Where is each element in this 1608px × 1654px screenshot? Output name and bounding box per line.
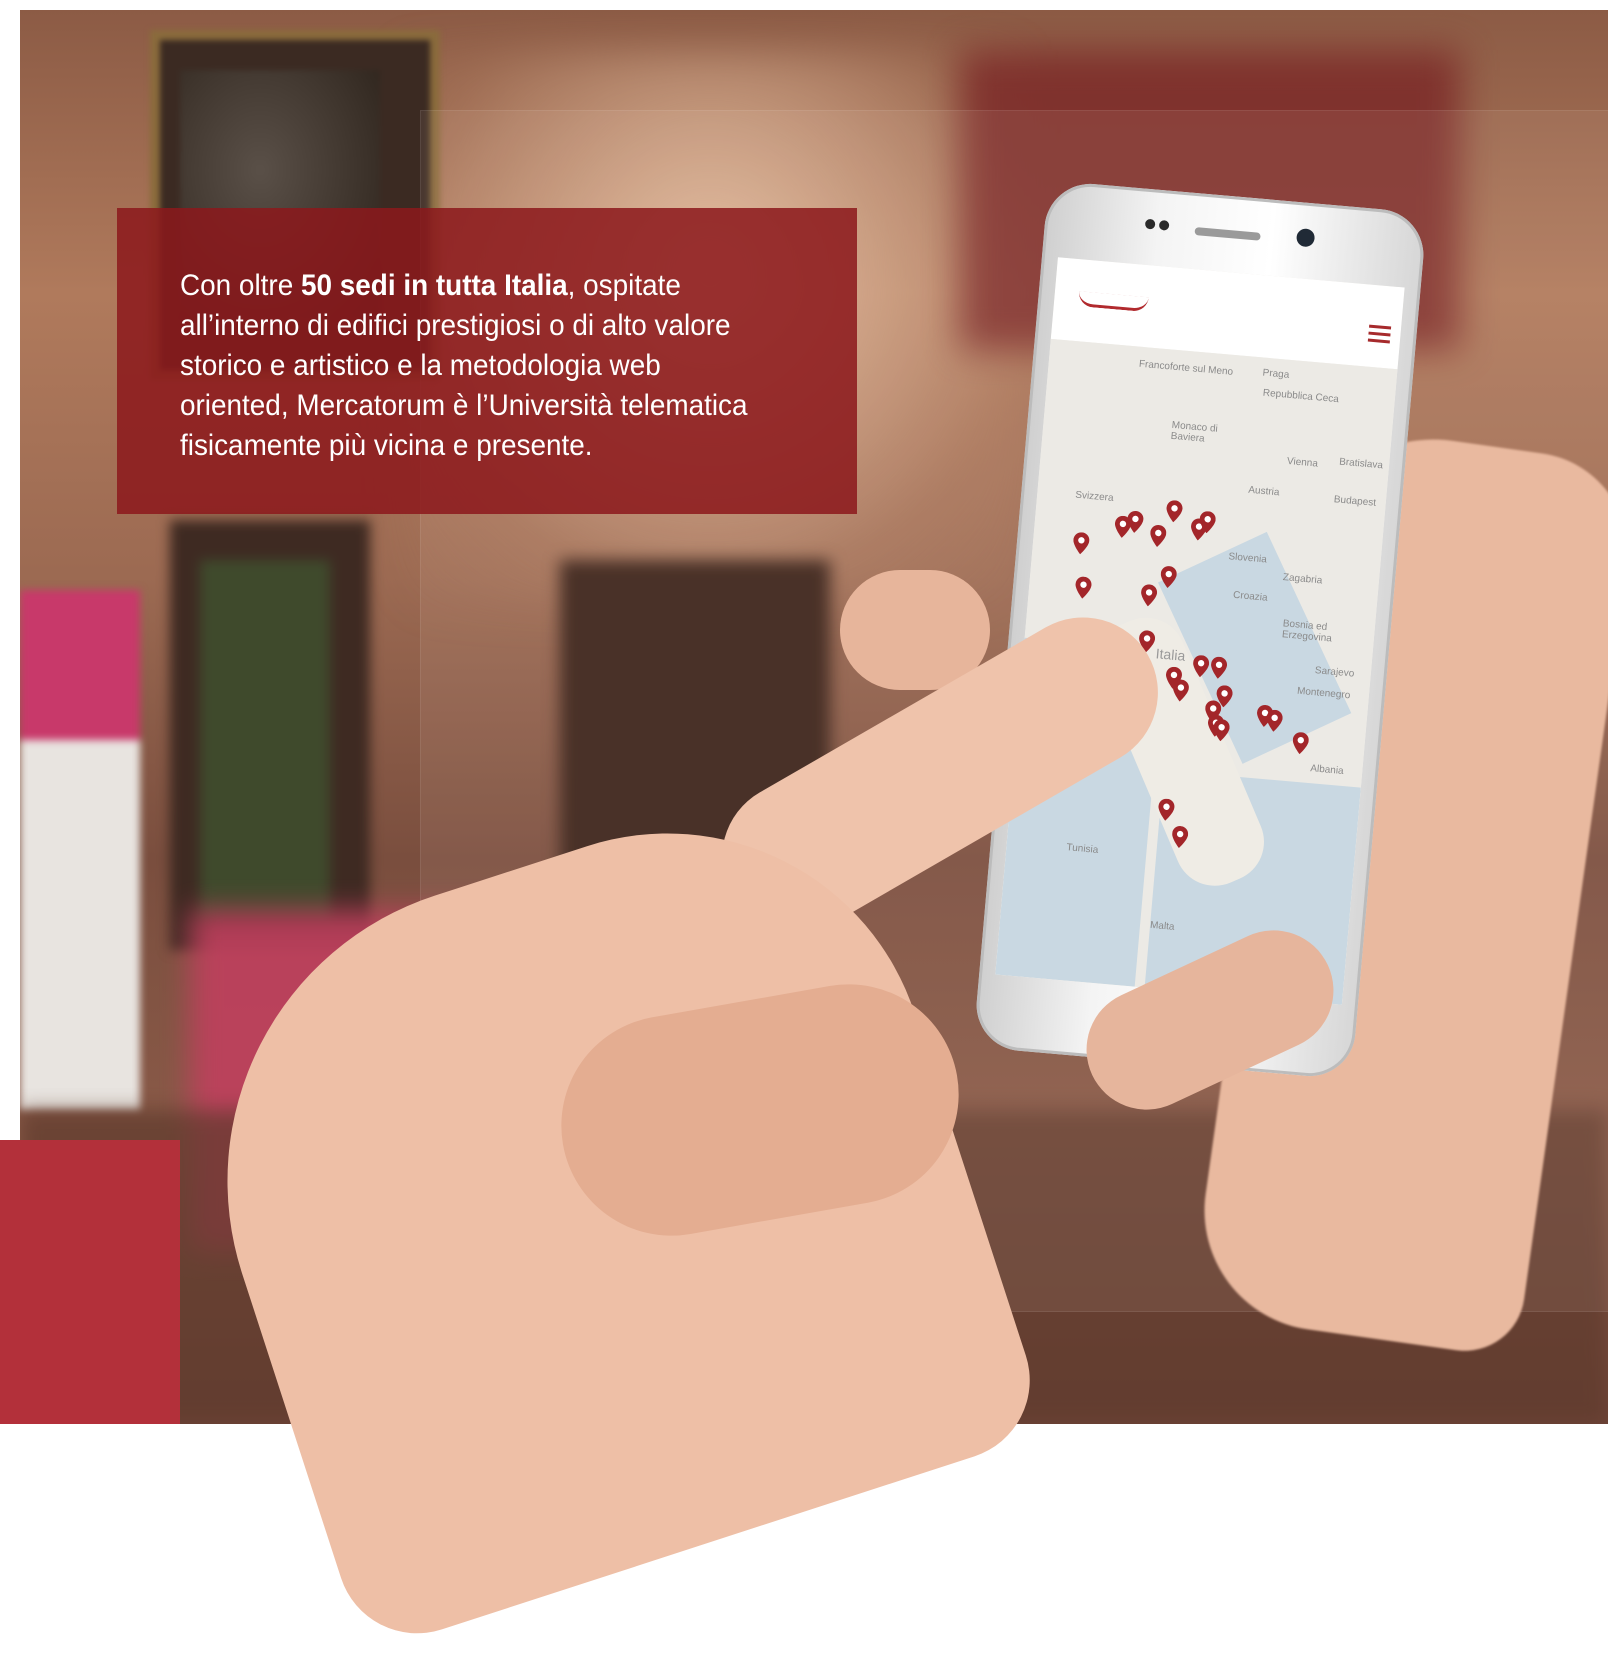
logo-swoosh bbox=[1077, 291, 1149, 313]
map-pin-icon[interactable] bbox=[1172, 679, 1190, 702]
map-pin-icon[interactable] bbox=[1160, 565, 1178, 589]
intro-text: Con oltre 50 sedi in tutta Italia, ospit… bbox=[180, 266, 775, 466]
map-pin-icon[interactable] bbox=[1198, 511, 1216, 534]
map-pin-icon[interactable] bbox=[1265, 709, 1283, 732]
map-label: Vienna bbox=[1286, 455, 1319, 470]
map-label: Svizzera bbox=[1074, 489, 1114, 504]
map-label: Praga bbox=[1262, 367, 1290, 381]
map-label: Budapest bbox=[1333, 494, 1377, 509]
map-pin-icon[interactable] bbox=[1074, 576, 1092, 599]
map-pin-icon[interactable] bbox=[1157, 798, 1175, 821]
map-label: Italia bbox=[1155, 645, 1186, 664]
map-pin-icon[interactable] bbox=[1165, 500, 1183, 523]
map-pin-icon[interactable] bbox=[1149, 524, 1167, 547]
map-label: Francoforte sul Meno bbox=[1138, 358, 1234, 378]
decorative-red-block bbox=[0, 1140, 180, 1424]
banner-header bbox=[20, 590, 140, 740]
map-pin-icon[interactable] bbox=[1171, 825, 1189, 848]
map-label: Monaco di Baviera bbox=[1170, 419, 1219, 445]
map-label: Repubblica Ceca bbox=[1262, 387, 1340, 406]
intro-part1: Con oltre bbox=[180, 269, 301, 302]
map-pin-icon[interactable] bbox=[1210, 656, 1228, 679]
hamburger-menu-icon[interactable] bbox=[1367, 324, 1392, 345]
rollup-banner bbox=[20, 590, 140, 1110]
mercatorum-logo-icon[interactable] bbox=[1070, 269, 1160, 330]
intro-box: Con oltre 50 sedi in tutta Italia, ospit… bbox=[117, 208, 857, 514]
map-pin-icon[interactable] bbox=[1192, 655, 1210, 678]
map-label: Malta bbox=[1149, 919, 1175, 933]
map-label: Austria bbox=[1247, 484, 1280, 499]
intro-highlight: 50 sedi in tutta Italia bbox=[300, 269, 568, 302]
map-pin-icon[interactable] bbox=[1292, 732, 1310, 755]
map-pin-icon[interactable] bbox=[1140, 584, 1158, 607]
map-pin-icon[interactable] bbox=[1072, 532, 1090, 555]
doorway-opening bbox=[200, 560, 330, 920]
map-label: Bratislava bbox=[1338, 456, 1384, 472]
map-label: Albania bbox=[1309, 763, 1345, 778]
doorway bbox=[170, 520, 370, 950]
map-pin-icon[interactable] bbox=[1212, 719, 1230, 742]
map-pin-icon[interactable] bbox=[1126, 510, 1144, 533]
